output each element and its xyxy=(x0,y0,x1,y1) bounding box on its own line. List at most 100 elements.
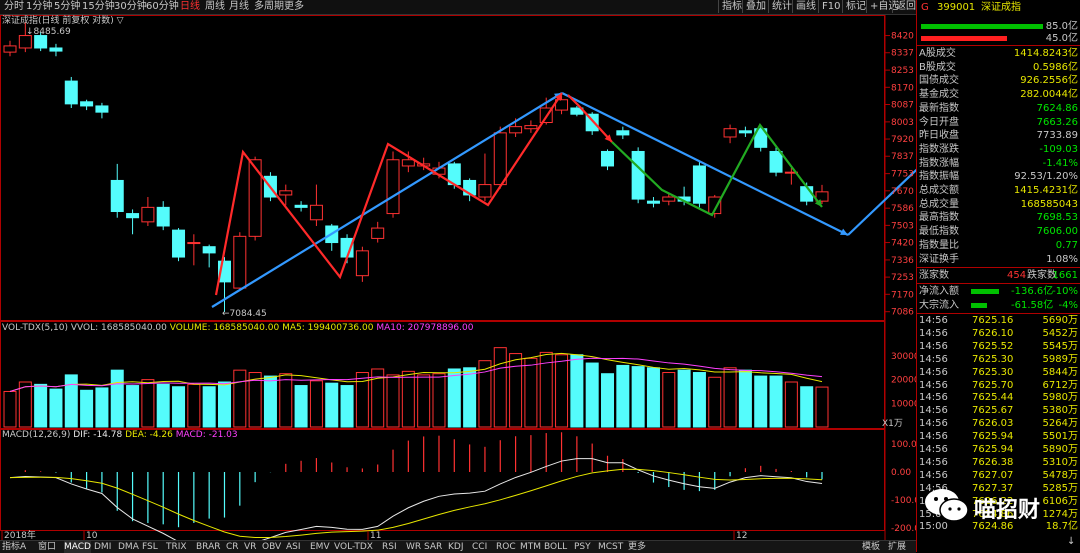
period-tab-3[interactable]: 15分钟 xyxy=(82,1,115,13)
volume-bars xyxy=(3,347,829,428)
tick-volume: 5501万 xyxy=(1042,431,1078,443)
period-tab-5[interactable]: 60分钟 xyxy=(146,1,179,13)
toolbar-button-7[interactable]: 返回 xyxy=(892,0,919,13)
stat-label: 指数涨跌 xyxy=(919,143,959,155)
indicator-tab-12[interactable]: EMV xyxy=(310,541,330,553)
arrow-down-icon[interactable]: ↓ xyxy=(1067,536,1075,547)
stat-value: 7698.53 xyxy=(1036,212,1078,224)
volume-bar xyxy=(509,353,523,428)
volume-bar xyxy=(34,383,48,428)
tick-price: 7625.30 xyxy=(972,353,1014,365)
toolbar-button-0[interactable]: 指标 xyxy=(718,0,745,13)
indicator-tab-7[interactable]: BRAR xyxy=(196,541,220,553)
indicator-tab-8[interactable]: CR xyxy=(226,541,239,553)
indicator-tab-22[interactable]: PSY xyxy=(574,541,591,553)
tick-time: 14:56 xyxy=(919,392,948,404)
indicator-tab-15[interactable]: WR xyxy=(406,541,421,553)
chart-area[interactable]: 8420 8337 8253 8170 8087 8003 7920 7837 7753 7670… xyxy=(0,15,916,540)
volume-bar xyxy=(784,381,798,428)
candle-body xyxy=(478,184,492,198)
block-inflow-row: 大宗流入 -61.58亿 -4% xyxy=(919,299,1078,312)
indicator-tab-17[interactable]: KDJ xyxy=(448,541,464,553)
toolbar-button-5[interactable]: 标记 xyxy=(842,0,869,13)
indicator-tab-18[interactable]: CCI xyxy=(472,541,487,553)
net-inflow-pct: -10% xyxy=(1052,286,1078,297)
chevron-down-icon[interactable]: ▽ xyxy=(117,16,124,26)
indicator-tab-4[interactable]: DMA xyxy=(118,541,139,553)
period-tab-8[interactable]: 月线 xyxy=(229,1,249,13)
stat-value: 7606.00 xyxy=(1036,226,1078,238)
volume-bar xyxy=(708,376,722,428)
indicator-tab-5[interactable]: FSL xyxy=(142,541,158,553)
volume-bar xyxy=(417,374,431,428)
toolbar-button-4[interactable]: F10 xyxy=(818,0,843,13)
price-tick-label: 8420 xyxy=(891,32,914,42)
candle-body xyxy=(509,126,523,134)
macd-tick-label: 100.0 xyxy=(891,440,916,450)
date-tick-label: 12 xyxy=(736,531,747,540)
panel-tab-1[interactable]: 扩展 xyxy=(888,541,906,553)
indicator-tab-13[interactable]: VOL-TDX xyxy=(334,541,373,553)
stat-label: 指数量比 xyxy=(919,239,959,251)
candle-body xyxy=(723,128,737,138)
stat-label: 最新指数 xyxy=(919,102,959,114)
volume-bar xyxy=(662,372,676,428)
indicator-tab-19[interactable]: ROC xyxy=(496,541,516,553)
volume-tick-label: 30000 xyxy=(891,352,916,362)
volume-bar xyxy=(279,373,293,428)
candle-body xyxy=(401,159,415,167)
volume-bar xyxy=(95,387,109,428)
volume-bar xyxy=(18,381,32,428)
indicator-tab-6[interactable]: TRIX xyxy=(166,541,187,553)
date-tick-label: 10 xyxy=(86,531,98,540)
indicator-tab-20[interactable]: MTM xyxy=(520,541,541,553)
toolbar-button-2[interactable]: 统计 xyxy=(768,0,795,13)
indicator-tab-3[interactable]: DMI xyxy=(94,541,111,553)
net-inflow-label: 净流入额 xyxy=(919,286,959,297)
toolbar-button-3[interactable]: 画线 xyxy=(792,0,819,13)
period-tab-10[interactable]: 更多 xyxy=(284,1,304,13)
period-tab-1[interactable]: 1分钟 xyxy=(26,1,52,13)
panel-tab-0[interactable]: 模板 xyxy=(862,541,880,553)
indicator-tab-23[interactable]: MCST xyxy=(598,541,623,553)
indicator-tab-0[interactable]: 指标A xyxy=(2,541,26,553)
stat-value: -1.41% xyxy=(1042,157,1078,169)
stat-value: 7624.86 xyxy=(1036,102,1078,114)
stat-value: 1.08% xyxy=(1046,253,1078,265)
volume-bar xyxy=(49,388,63,428)
stat-row: 指数量比 0.77 xyxy=(919,239,1078,252)
indicator-tab-1[interactable]: 窗口 xyxy=(38,541,56,553)
period-tab-6[interactable]: 日线 xyxy=(180,1,200,13)
dea-line xyxy=(9,468,823,539)
candle-body xyxy=(631,150,645,200)
indicator-tab-2[interactable]: MACD xyxy=(64,541,91,553)
indicator-tab-16[interactable]: SAR xyxy=(424,541,442,553)
indicator-tab-11[interactable]: ASI xyxy=(286,541,301,553)
candle-body xyxy=(126,213,140,219)
tick-volume: 5452万 xyxy=(1042,327,1078,339)
period-tab-0[interactable]: 分时 xyxy=(4,1,24,13)
indicator-tab-24[interactable]: 更多 xyxy=(628,541,646,553)
period-tab-2[interactable]: 5分钟 xyxy=(54,1,80,13)
indicator-tab-21[interactable]: BOLL xyxy=(544,541,567,553)
tick-row: 14:56 7625.52 5545万 xyxy=(919,340,1078,353)
stat-row: 国债成交 926.2556亿 xyxy=(919,74,1078,87)
tick-row: 14:56 7626.03 5264万 xyxy=(919,417,1078,430)
indicator-tab-10[interactable]: OBV xyxy=(262,541,281,553)
volume-bar xyxy=(432,373,446,428)
tick-time: 14:56 xyxy=(919,444,948,455)
candle-body xyxy=(80,101,94,107)
period-tab-9[interactable]: 多周期 xyxy=(254,1,284,13)
block-inflow-bar xyxy=(971,303,987,308)
volume-bar xyxy=(263,375,277,428)
price-tick-label: 7086 xyxy=(891,308,914,318)
indicator-tab-9[interactable]: VR xyxy=(244,541,256,553)
indicator-tab-14[interactable]: RSI xyxy=(382,541,397,553)
period-tab-7[interactable]: 周线 xyxy=(205,1,225,13)
tick-volume: 5545万 xyxy=(1042,340,1078,352)
volume-bar xyxy=(723,367,737,428)
price-tick-label: 7336 xyxy=(891,256,914,266)
toolbar-button-1[interactable]: 叠加 xyxy=(742,0,769,13)
period-tab-4[interactable]: 30分钟 xyxy=(114,1,147,13)
volume-legend: VOL-TDX(5,10) VVOL: 168585040.00 VOLUME:… xyxy=(2,323,473,333)
